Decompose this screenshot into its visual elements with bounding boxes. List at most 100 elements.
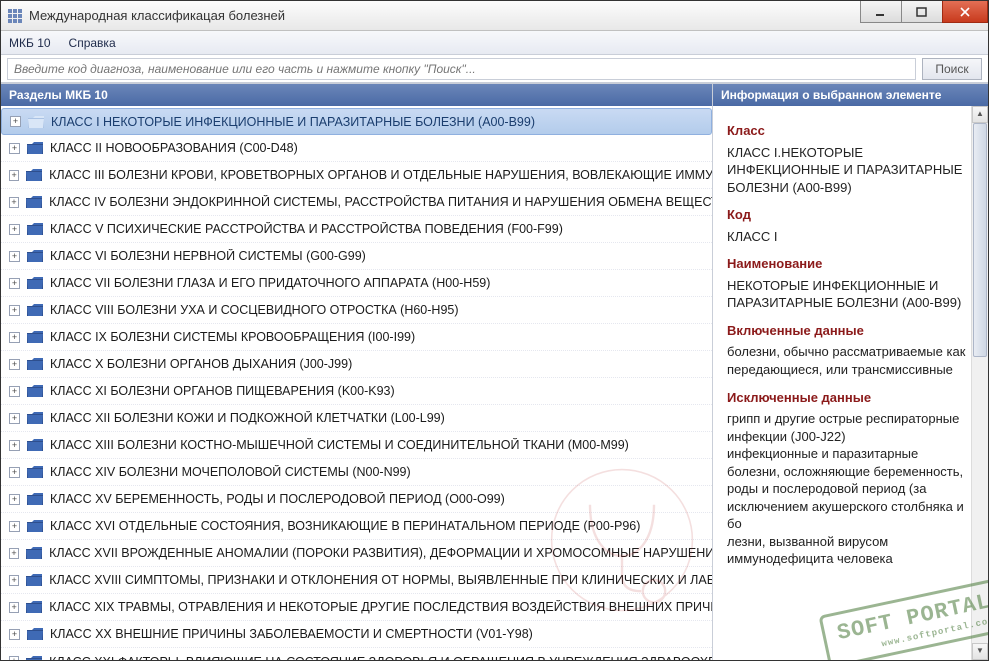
tree-row[interactable]: + КЛАСС I НЕКОТОРЫЕ ИНФЕКЦИОННЫЕ И ПАРАЗИ… (1, 108, 712, 135)
menu-mkb10[interactable]: МКБ 10 (9, 36, 51, 50)
folder-icon (26, 384, 44, 398)
tree-row-label: КЛАСС XIV БОЛЕЗНИ МОЧЕПОЛОВОЙ СИСТЕМЫ (N… (50, 465, 411, 479)
softportal-stamp: SOFT PORTAL www.softportal.com (818, 577, 988, 660)
expand-icon[interactable]: + (9, 494, 20, 505)
info-code-heading: Код (727, 206, 970, 224)
tree-row[interactable]: + КЛАСС X БОЛЕЗНИ ОРГАНОВ ДЫХАНИЯ (J00-J9… (1, 351, 712, 378)
folder-icon (26, 465, 44, 479)
tree-row[interactable]: +КЛАСС VI БОЛЕЗНИ НЕРВНОЙ СИСТЕМЫ (G00-G… (1, 243, 712, 270)
info-included-heading: Включенные данные (727, 322, 970, 340)
expand-icon[interactable]: + (9, 656, 19, 660)
folder-icon (26, 411, 44, 425)
tree-row-label: КЛАСС I НЕКОТОРЫЕ ИНФЕКЦИОННЫЕ И ПАРАЗИТ… (51, 115, 535, 129)
scroll-track[interactable] (972, 123, 988, 643)
tree-row[interactable]: + КЛАСС XIX ТРАВМЫ, ОТРАВЛЕНИЯ И НЕКОТОРЫ… (1, 594, 712, 621)
tree-row[interactable]: + КЛАСС XVII ВРОЖДЕННЫЕ АНОМАЛИИ (ПОРОКИ … (1, 540, 712, 567)
folder-icon (26, 303, 44, 317)
tree-row-label: КЛАСС XVII ВРОЖДЕННЫЕ АНОМАЛИИ (ПОРОКИ Р… (49, 546, 712, 560)
folder-icon (25, 573, 43, 587)
folder-icon (26, 438, 44, 452)
search-bar: Поиск (1, 55, 988, 83)
scroll-up-icon[interactable]: ▲ (972, 106, 988, 123)
search-button[interactable]: Поиск (922, 58, 982, 80)
tree-row[interactable]: + КЛАСС XX ВНЕШНИЕ ПРИЧИНЫ ЗАБОЛЕВАЕМОСТИ… (1, 621, 712, 648)
expand-icon[interactable]: + (9, 143, 20, 154)
folder-icon (25, 195, 43, 209)
menu-help[interactable]: Справка (69, 36, 116, 50)
scroll-thumb[interactable] (973, 123, 987, 357)
tree-row[interactable]: + КЛАСС III БОЛЕЗНИ КРОВИ, КРОВЕТВОРНЫХ О… (1, 162, 712, 189)
info-panel: Информация о выбранном элементе Класс КЛ… (713, 84, 988, 660)
tree-row-label: КЛАСС XV БЕРЕМЕННОСТЬ, РОДЫ И ПОСЛЕРОДОВ… (50, 492, 505, 506)
expand-icon[interactable]: + (9, 548, 19, 559)
tree-row[interactable]: + КЛАСС XVIII СИМПТОМЫ, ПРИЗНАКИ И ОТКЛОН… (1, 567, 712, 594)
expand-icon[interactable]: + (9, 575, 19, 586)
folder-icon (25, 546, 43, 560)
tree-row[interactable]: + КЛАСС XI БОЛЕЗНИ ОРГАНОВ ПИЩЕВАРЕНИЯ (K… (1, 378, 712, 405)
minimize-button[interactable] (860, 1, 902, 23)
folder-icon (26, 141, 44, 155)
tree-row[interactable]: + КЛАСС XV БЕРЕМЕННОСТЬ, РОДЫ И ПОСЛЕРОДО… (1, 486, 712, 513)
tree-row[interactable]: +КЛАСС IV БОЛЕЗНИ ЭНДОКРИННОЙ СИСТЕМЫ, Р… (1, 189, 712, 216)
tree-row[interactable]: + КЛАСС V ПСИХИЧЕСКИЕ РАССТРОЙСТВА И РАСС… (1, 216, 712, 243)
info-code-value: КЛАСС I (727, 228, 970, 246)
folder-icon (26, 222, 44, 236)
expand-icon[interactable]: + (9, 305, 20, 316)
tree-row[interactable]: + КЛАСС XII БОЛЕЗНИ КОЖИ И ПОДКОЖНОЙ КЛЕТ… (1, 405, 712, 432)
expand-icon[interactable]: + (9, 467, 20, 478)
tree-row-label: КЛАСС V ПСИХИЧЕСКИЕ РАССТРОЙСТВА И РАССТ… (50, 222, 563, 236)
folder-icon (26, 276, 44, 290)
maximize-button[interactable] (901, 1, 943, 23)
folder-icon (27, 115, 45, 129)
expand-icon[interactable]: + (9, 629, 20, 640)
tree-row[interactable]: + КЛАСС IX БОЛЕЗНИ СИСТЕМЫ КРОВООБРАЩЕНИЯ… (1, 324, 712, 351)
titlebar[interactable]: Международная классификацая болезней (1, 1, 988, 31)
info-excluded-heading: Исключенные данные (727, 389, 970, 407)
tree-row-label: КЛАСС XVI ОТДЕЛЬНЫЕ СОСТОЯНИЯ, ВОЗНИКАЮЩ… (50, 519, 640, 533)
tree-row[interactable]: + КЛАСС XXI ФАКТОРЫ, ВЛИЯЮЩИЕ НА СОСТОЯНИ… (1, 648, 712, 660)
tree-row-label: КЛАСС X БОЛЕЗНИ ОРГАНОВ ДЫХАНИЯ (J00-J99… (50, 357, 352, 371)
window-title: Международная классификацая болезней (29, 8, 861, 23)
expand-icon[interactable]: + (9, 278, 20, 289)
window-controls (861, 1, 988, 30)
tree-row-label: КЛАСС XIX ТРАВМЫ, ОТРАВЛЕНИЯ И НЕКОТОРЫЕ… (49, 600, 712, 614)
expand-icon[interactable]: + (9, 440, 20, 451)
tree-row-label: КЛАСС IX БОЛЕЗНИ СИСТЕМЫ КРОВООБРАЩЕНИЯ … (50, 330, 415, 344)
tree-row[interactable]: + КЛАСС XVI ОТДЕЛЬНЫЕ СОСТОЯНИЯ, ВОЗНИКАЮ… (1, 513, 712, 540)
close-button[interactable] (942, 1, 988, 23)
expand-icon[interactable]: + (9, 602, 19, 613)
expand-icon[interactable]: + (9, 413, 20, 424)
tree-row-label: КЛАСС XVIII СИМПТОМЫ, ПРИЗНАКИ И ОТКЛОНЕ… (49, 573, 712, 587)
menubar: МКБ 10 Справка (1, 31, 988, 55)
tree-row[interactable]: +КЛАСС II НОВООБРАЗОВАНИЯ (C00-D48) (1, 135, 712, 162)
info-included-value: болезни, обычно рассматриваемые как пере… (727, 343, 970, 378)
expand-icon[interactable]: + (9, 359, 20, 370)
info-vertical-scrollbar[interactable]: ▲ ▼ (971, 106, 988, 660)
tree-row-label: КЛАСС XXI ФАКТОРЫ, ВЛИЯЮЩИЕ НА СОСТОЯНИЕ… (49, 655, 712, 661)
info-scroll[interactable]: Класс КЛАСС I.НЕКОТОРЫЕ ИНФЕКЦИОННЫЕ И П… (713, 106, 988, 660)
tree-row-label: КЛАСС XX ВНЕШНИЕ ПРИЧИНЫ ЗАБОЛЕВАЕМОСТИ … (50, 627, 533, 641)
tree-row[interactable]: +КЛАСС VIII БОЛЕЗНИ УХА И СОСЦЕВИДНОГО О… (1, 297, 712, 324)
app-icon (7, 8, 23, 24)
expand-icon[interactable]: + (9, 170, 19, 181)
expand-icon[interactable]: + (9, 332, 20, 343)
expand-icon[interactable]: + (9, 386, 20, 397)
search-input[interactable] (7, 58, 916, 80)
tree-row-label: КЛАСС XI БОЛЕЗНИ ОРГАНОВ ПИЩЕВАРЕНИЯ (K0… (50, 384, 395, 398)
scroll-down-icon[interactable]: ▼ (972, 643, 988, 660)
tree-row[interactable]: +КЛАСС XIII БОЛЕЗНИ КОСТНО-МЫШЕЧНОЙ СИСТ… (1, 432, 712, 459)
tree: + КЛАСС I НЕКОТОРЫЕ ИНФЕКЦИОННЫЕ И ПАРАЗИ… (1, 106, 712, 660)
tree-row[interactable]: +КЛАСС VII БОЛЕЗНИ ГЛАЗА И ЕГО ПРИДАТОЧН… (1, 270, 712, 297)
tree-scroll[interactable]: + КЛАСС I НЕКОТОРЫЕ ИНФЕКЦИОННЫЕ И ПАРАЗИ… (1, 106, 712, 660)
expand-icon[interactable]: + (10, 116, 21, 127)
expand-icon[interactable]: + (9, 197, 19, 208)
folder-icon (26, 492, 44, 506)
app-window: Международная классификацая болезней МКБ… (0, 0, 989, 661)
expand-icon[interactable]: + (9, 251, 20, 262)
expand-icon[interactable]: + (9, 521, 20, 532)
info-panel-header: Информация о выбранном элементе (713, 84, 988, 106)
expand-icon[interactable]: + (9, 224, 20, 235)
tree-row-label: КЛАСС XII БОЛЕЗНИ КОЖИ И ПОДКОЖНОЙ КЛЕТЧ… (50, 411, 445, 425)
tree-row-label: КЛАСС III БОЛЕЗНИ КРОВИ, КРОВЕТВОРНЫХ ОР… (49, 168, 712, 182)
tree-row[interactable]: + КЛАСС XIV БОЛЕЗНИ МОЧЕПОЛОВОЙ СИСТЕМЫ (… (1, 459, 712, 486)
